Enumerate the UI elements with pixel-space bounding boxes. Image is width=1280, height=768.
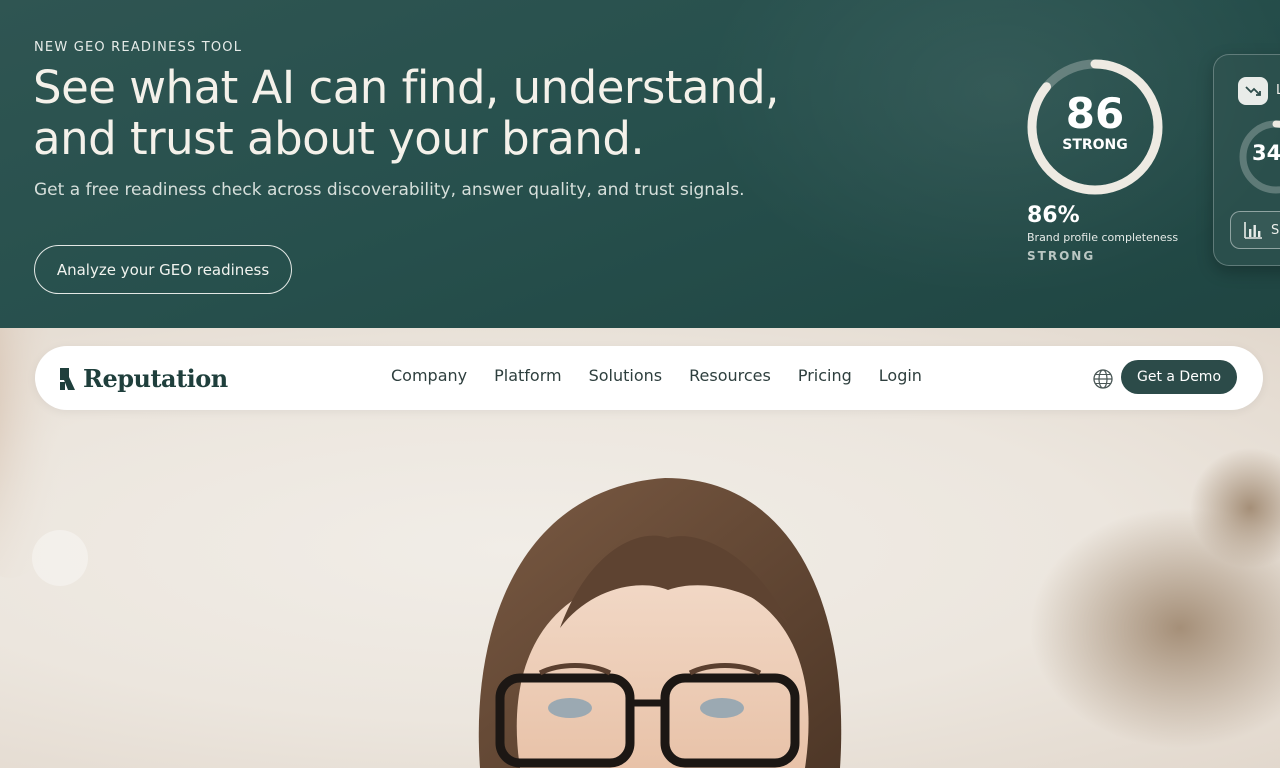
score-label: STRONG: [1062, 137, 1128, 153]
profile-status: STRONG: [1027, 249, 1096, 263]
banner-subhead: Get a free readiness check across discov…: [34, 180, 745, 200]
nav-platform[interactable]: Platform: [494, 366, 561, 385]
nav-login[interactable]: Login: [879, 366, 922, 385]
side-card-button-label: S: [1271, 222, 1280, 238]
side-card-value: 34: [1252, 141, 1280, 165]
bar-chart-icon: [1244, 222, 1262, 239]
side-card-ring: [1239, 120, 1280, 194]
banner-eyebrow: NEW GEO READINESS TOOL: [34, 40, 243, 55]
side-card-button[interactable]: S: [1230, 211, 1280, 249]
nav-solutions[interactable]: Solutions: [589, 366, 663, 385]
score-ring: [1027, 59, 1163, 195]
promo-banner: NEW GEO READINESS TOOL See what AI can f…: [0, 0, 1280, 328]
banner-headline: See what AI can find, understand, and tr…: [33, 62, 833, 164]
get-demo-button[interactable]: Get a Demo: [1121, 360, 1237, 394]
side-metric-card: L 34 S: [1213, 54, 1280, 266]
globe-icon[interactable]: [1092, 368, 1114, 390]
nav-resources[interactable]: Resources: [689, 366, 771, 385]
profile-percent: 86%: [1027, 203, 1080, 228]
headline-line-2: and trust about your brand.: [33, 112, 645, 165]
score-value: 86: [1065, 89, 1125, 138]
nav-company[interactable]: Company: [391, 366, 467, 385]
profile-caption: Brand profile completeness: [1027, 231, 1179, 244]
headline-line-1: See what AI can find, understand,: [33, 61, 779, 114]
brand-logo[interactable]: Reputation: [59, 364, 228, 393]
nav-links: Company Platform Solutions Resources Pri…: [391, 366, 949, 385]
analyze-geo-button[interactable]: Analyze your GEO readiness: [34, 245, 292, 294]
nav-pricing[interactable]: Pricing: [798, 366, 852, 385]
score-ring-track: [1027, 59, 1163, 195]
brand-name: Reputation: [83, 364, 228, 393]
side-card-chip-text: L: [1276, 83, 1280, 98]
trend-down-icon: [1238, 77, 1268, 105]
score-ring-fill: [1027, 59, 1163, 195]
reputation-logo-icon: [60, 367, 75, 390]
main-navbar: Reputation Company Platform Solutions Re…: [35, 346, 1263, 410]
